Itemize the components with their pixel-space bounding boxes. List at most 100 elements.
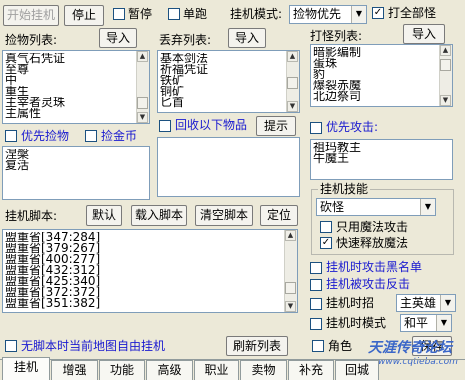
scroll-down-icon[interactable]: ▼ [287, 101, 298, 112]
chevron-down-icon[interactable]: ▼ [440, 295, 455, 311]
tab-3[interactable]: 高级 [146, 360, 193, 380]
list-item[interactable]: 铜矿 [158, 86, 299, 97]
script-line[interactable]: 盟重省[425:340] [3, 276, 297, 287]
load-script-button[interactable]: 载入脚本 [131, 205, 187, 226]
tab-4[interactable]: 职业 [194, 360, 239, 380]
fast-cast-checkbox[interactable]: ✓ [320, 237, 332, 249]
blacklist-checkbox[interactable] [310, 262, 322, 274]
refresh-list-button[interactable]: 刷新列表 [226, 336, 288, 356]
script-line[interactable]: 盟重省[400:277] [3, 254, 297, 265]
scroll-thumb[interactable] [285, 282, 296, 294]
list-item[interactable]: 至尊 [3, 64, 149, 75]
list-item[interactable]: 祖玛教主 [311, 142, 452, 153]
tip-button[interactable]: 提示 [256, 116, 296, 136]
chevron-down-icon[interactable]: ▼ [420, 199, 435, 215]
tab-6[interactable]: 补充 [288, 360, 334, 380]
default-button[interactable]: 默认 [86, 205, 122, 226]
recycle-label: 回收以下物品 [175, 118, 248, 132]
mode2-select[interactable]: 和平 ▼ [400, 314, 452, 332]
chevron-down-icon[interactable]: ▼ [436, 315, 451, 331]
free-map-label: 无脚本时当前地图自由挂机 [21, 339, 166, 353]
scroll-thumb[interactable] [287, 77, 298, 89]
script-list[interactable]: 盟重省[347:284] 盟重省[379:267] 盟重省[400:277] 盟重省[… [2, 229, 298, 313]
script-title: 挂机脚本: [5, 209, 58, 223]
skill-select[interactable]: 砍怪 ▼ [316, 198, 436, 216]
tab-7[interactable]: 回城 [335, 360, 379, 380]
list-item[interactable]: 铁矿 [158, 75, 299, 86]
script-list-scrollbar[interactable]: ▲ ▼ [284, 230, 297, 312]
pick-list[interactable]: 真气石凭证 至尊中重生 主宰者灵珠 主属性 ▲ ▼ [2, 50, 150, 124]
attack-all-checkbox[interactable]: ✓ [372, 7, 384, 19]
list-item[interactable]: 真气石凭证 [3, 53, 149, 64]
stop-button[interactable]: 停止 [64, 5, 104, 26]
pick-import-button[interactable]: 导入 [99, 28, 137, 48]
pick-gold-checkbox[interactable] [85, 130, 97, 142]
recruit-select[interactable]: 主英雄 ▼ [396, 294, 456, 312]
recruit-checkbox[interactable] [310, 298, 322, 310]
scroll-up-icon[interactable]: ▲ [137, 51, 148, 62]
recycle-checkbox[interactable] [159, 120, 171, 132]
tab-2[interactable]: 功能 [99, 360, 145, 380]
locate-button[interactable]: 定位 [260, 205, 298, 226]
list-item[interactable]: 祈福凭证 [158, 64, 299, 75]
tab-1[interactable]: 增强 [51, 360, 98, 380]
scroll-down-icon[interactable]: ▼ [285, 301, 296, 312]
free-map-checkbox[interactable] [5, 340, 17, 352]
list-item[interactable]: 主属性 [3, 108, 149, 119]
scroll-down-icon[interactable]: ▼ [137, 112, 148, 123]
list-item[interactable]: 复活 [3, 160, 149, 171]
role-checkbox[interactable] [312, 340, 324, 352]
monster-import-button[interactable]: 导入 [403, 24, 445, 44]
chevron-down-icon[interactable]: ▼ [351, 6, 366, 23]
scroll-up-icon[interactable]: ▲ [285, 230, 296, 241]
tab-0[interactable]: 挂机 [2, 357, 50, 380]
discard-import-button[interactable]: 导入 [228, 28, 266, 48]
discard-list[interactable]: 基本剑法 祈福凭证 铁矿 铜矿 匕首 ▲ ▼ [157, 50, 300, 113]
scroll-up-icon[interactable]: ▲ [287, 51, 298, 62]
clear-script-button[interactable]: 清空脚本 [195, 205, 253, 226]
list-item[interactable]: 主宰者灵珠 [3, 97, 149, 108]
scroll-up-icon[interactable]: ▲ [440, 45, 451, 56]
list-item[interactable]: 蛋珠 [311, 58, 452, 69]
scroll-thumb[interactable] [137, 97, 148, 109]
script-line[interactable]: 盟重省[347:284] [3, 232, 297, 243]
list-item[interactable]: 暗影编制 [311, 47, 452, 58]
monster-list[interactable]: 暗影编制 蛋珠豹爆裂赤魔 北边祭司 ▲ ▼ [310, 44, 453, 107]
pause-checkbox[interactable] [113, 8, 125, 20]
priority-attack-list[interactable]: 祖玛教主 牛魔王 [310, 139, 453, 180]
magic-only-checkbox[interactable] [320, 221, 332, 233]
priority-attack-checkbox[interactable] [310, 122, 322, 134]
list-item[interactable]: 基本剑法 [158, 53, 299, 64]
script-line[interactable]: 盟重省[372:372] [3, 287, 297, 298]
monster-list-scrollbar[interactable]: ▲ ▼ [439, 45, 452, 106]
pick-gold-label: 捡金币 [101, 129, 138, 143]
counter-checkbox[interactable] [310, 279, 322, 291]
script-line[interactable]: 盟重省[432:312] [3, 265, 297, 276]
start-button[interactable]: 开始挂机 [3, 5, 59, 26]
pick-list-scrollbar[interactable]: ▲ ▼ [136, 51, 149, 123]
list-item[interactable]: 豹 [311, 69, 452, 80]
discard-list-scrollbar[interactable]: ▲ ▼ [286, 51, 299, 112]
script-line[interactable]: 盟重省[379:267] [3, 243, 297, 254]
pause-label: 暂停 [128, 7, 153, 21]
solo-checkbox[interactable] [168, 8, 180, 20]
tab-5[interactable]: 卖物 [240, 360, 287, 380]
skills-title: 挂机技能 [318, 182, 371, 196]
list-item[interactable]: 爆裂赤魔 [311, 80, 452, 91]
list-item[interactable]: 北边祭司 [311, 91, 452, 102]
list-item[interactable]: 涅槃 [3, 149, 149, 160]
recycle-list[interactable] [157, 137, 300, 197]
pick-list-title: 捡物列表: [5, 33, 58, 47]
mode-select[interactable]: 捡物优先 ▼ [289, 5, 367, 24]
list-item[interactable]: 中 [3, 75, 149, 86]
list-item[interactable]: 匕首 [158, 97, 299, 108]
scroll-down-icon[interactable]: ▼ [440, 95, 451, 106]
extra-list[interactable]: 涅槃 复活 [2, 146, 150, 200]
mode2-select-value: 和平 [404, 316, 429, 330]
mode2-checkbox[interactable] [310, 318, 322, 330]
list-item[interactable]: 重生 [3, 86, 149, 97]
list-item[interactable]: 牛魔王 [311, 153, 452, 164]
script-line[interactable]: 盟重省[351:382] [3, 298, 297, 309]
scroll-thumb[interactable] [440, 59, 451, 71]
priority-pick-checkbox[interactable] [5, 130, 17, 142]
